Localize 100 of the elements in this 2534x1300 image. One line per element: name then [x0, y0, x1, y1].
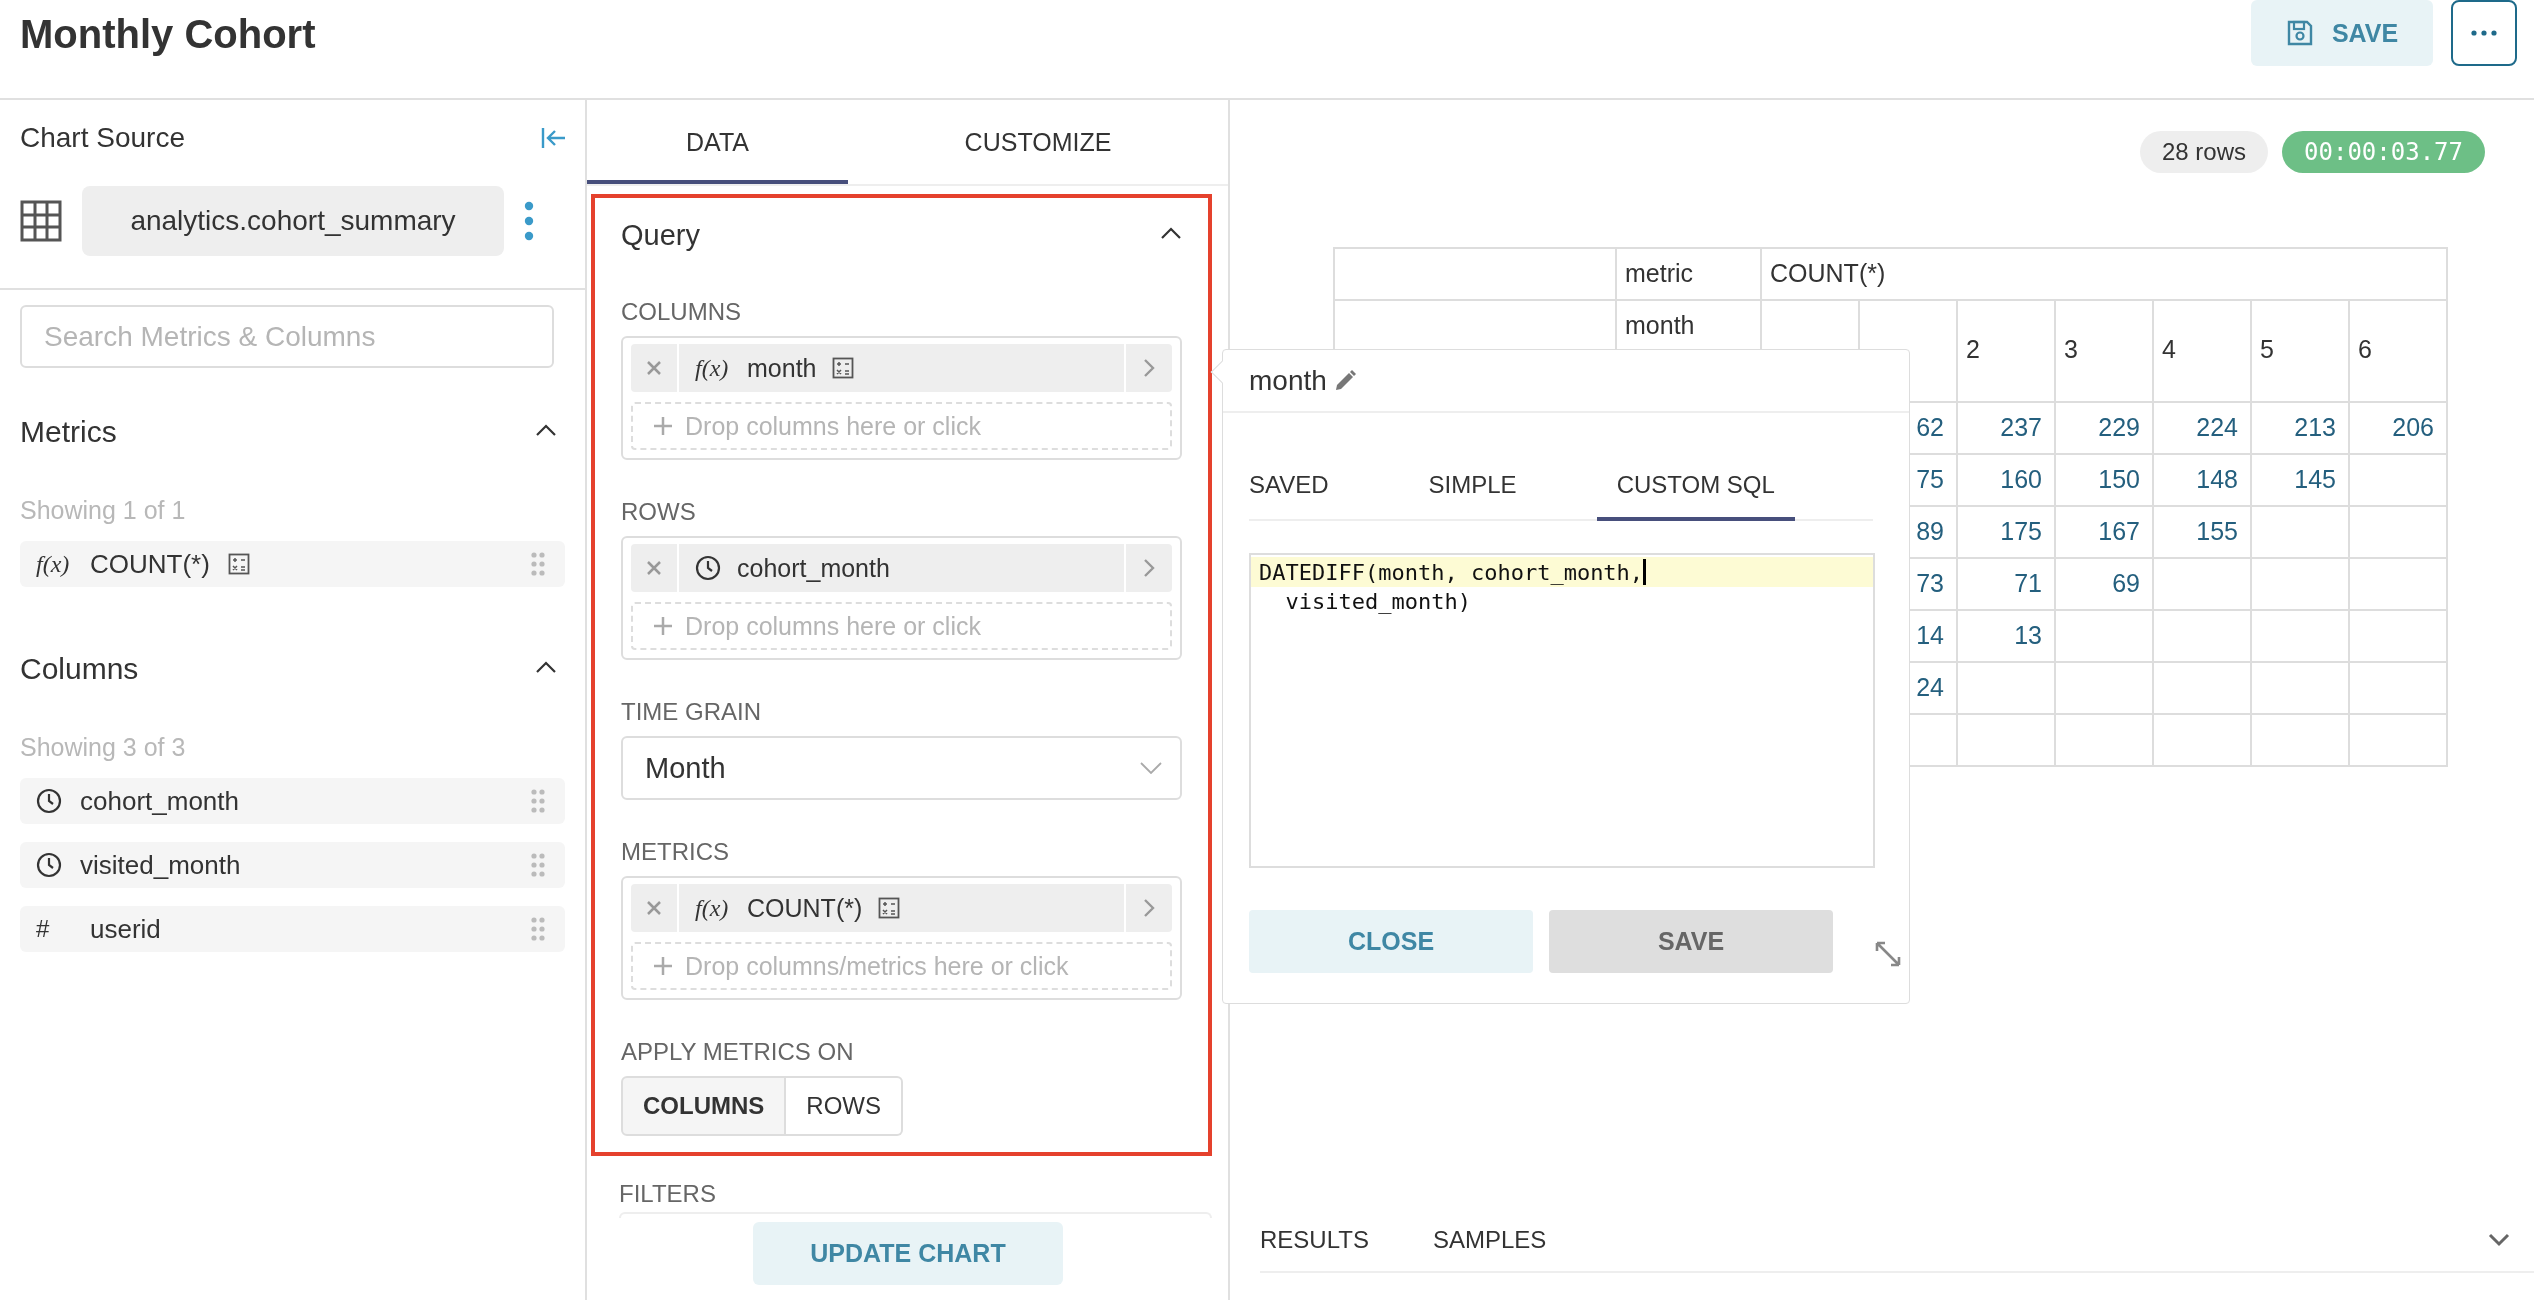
code-line: DATEDIFF(month, cohort_month,	[1259, 559, 1644, 585]
list-item[interactable]: f(x) COUNT(*)	[20, 541, 565, 587]
column-header: 6	[2350, 301, 2448, 403]
panel-tab[interactable]: DATA	[587, 100, 848, 184]
table-cell: 160	[1958, 455, 2056, 507]
field-chip[interactable]: f(x) COUNT(*)	[631, 884, 1172, 932]
item-count: Showing 3 of 3	[19, 733, 187, 762]
save-button[interactable]: SAVE	[2251, 0, 2433, 66]
kebab-menu-icon[interactable]	[524, 201, 534, 241]
item-label: visited_month	[80, 849, 241, 881]
chip-label: cohort_month	[737, 553, 890, 583]
text-cursor	[1643, 559, 1647, 585]
panel-tab[interactable]: CUSTOMIZE	[848, 100, 1228, 184]
datasource-chip[interactable]: analytics.cohort_summary	[82, 186, 504, 256]
chevron-right-icon	[1143, 558, 1155, 578]
close-icon	[646, 560, 662, 576]
results-tab[interactable]: SAMPLES	[1432, 1226, 1547, 1254]
chevron-down-icon	[1140, 762, 1162, 774]
item-count: Showing 1 of 1	[19, 496, 187, 525]
chevron-up-icon[interactable]	[535, 660, 557, 674]
drag-handle-icon[interactable]	[531, 789, 545, 813]
panel-title: Chart Source	[20, 122, 185, 154]
close-button[interactable]: CLOSE	[1249, 910, 1533, 973]
table-cell: 13	[1958, 611, 2056, 663]
section-title: Query	[621, 218, 700, 252]
popover-tab[interactable]: SIMPLE	[1408, 453, 1537, 521]
table-cell: 229	[2056, 403, 2154, 455]
popover-tab[interactable]: SAVED	[1249, 453, 1349, 521]
item-label: COUNT(*)	[90, 548, 210, 580]
field-chip[interactable]: f(x) month	[631, 344, 1172, 392]
plus-icon	[653, 416, 673, 436]
results-tab[interactable]: RESULTS	[1260, 1226, 1369, 1254]
section-title: Metrics	[20, 415, 117, 449]
more-button[interactable]	[2451, 0, 2517, 66]
code-line: visited_month)	[1284, 589, 1471, 614]
more-icon	[2471, 30, 2497, 36]
chip-label: month	[747, 353, 817, 383]
drag-handle-icon[interactable]	[531, 552, 545, 576]
clock-icon	[36, 852, 62, 878]
field-label: TIME GRAIN	[621, 698, 762, 726]
drop-hint: Drop columns here or click	[685, 611, 981, 641]
number-symbol: #	[36, 915, 51, 943]
function-symbol: f(x)	[695, 894, 730, 922]
expand-icon[interactable]	[1875, 940, 1901, 967]
update-chart-button[interactable]: UPDATE CHART	[753, 1222, 1063, 1285]
table-cell: 71	[1958, 559, 2056, 611]
field-label: FILTERS	[619, 1180, 717, 1208]
popover-title: month	[1249, 364, 1327, 397]
column-header: 3	[2056, 301, 2154, 403]
close-icon	[646, 360, 662, 376]
table-cell: metric	[1617, 249, 1762, 301]
field-label: ROWS	[621, 498, 697, 526]
drag-handle-icon[interactable]	[531, 853, 545, 877]
table-cell: 206	[2350, 403, 2448, 455]
item-label: cohort_month	[80, 785, 239, 817]
list-item[interactable]: cohort_month	[20, 778, 565, 824]
list-item[interactable]: # userid	[20, 906, 565, 952]
field-label: APPLY METRICS ON	[621, 1038, 855, 1066]
chevron-right-icon	[1143, 358, 1155, 378]
chevron-up-icon[interactable]	[1160, 226, 1182, 240]
chevron-down-icon[interactable]	[2488, 1233, 2510, 1247]
save-icon	[2285, 19, 2314, 47]
toggle-option[interactable]: COLUMNS	[621, 1076, 787, 1136]
table-cell: 148	[2154, 455, 2252, 507]
field-label: METRICS	[621, 838, 730, 866]
column-header: 4	[2154, 301, 2252, 403]
chevron-up-icon[interactable]	[535, 423, 557, 437]
clock-icon	[36, 788, 62, 814]
row-count-badge: 28 rows	[2140, 131, 2269, 173]
close-icon	[646, 900, 662, 916]
field-label: COLUMNS	[621, 298, 742, 326]
drag-handle-icon[interactable]	[531, 917, 545, 941]
table-cell: 175	[1958, 507, 2056, 559]
table-cell: 155	[2154, 507, 2252, 559]
function-symbol: f(x)	[695, 354, 730, 382]
clock-icon	[695, 555, 721, 581]
select-value: Month	[645, 751, 726, 785]
drop-hint: Drop columns here or click	[685, 411, 981, 441]
time-grain-select[interactable]: Month	[621, 736, 1182, 800]
field-chip[interactable]: cohort_month	[631, 544, 1172, 592]
table-cell: 237	[1958, 403, 2056, 455]
collapse-icon[interactable]	[541, 127, 567, 149]
item-label: userid	[90, 913, 161, 945]
duration-badge: 00:00:03.77	[2282, 131, 2485, 173]
popover-tab[interactable]: CUSTOM SQL	[1596, 453, 1795, 521]
chip-label: COUNT(*)	[747, 893, 863, 923]
section-title: Columns	[20, 652, 139, 686]
column-header: 5	[2252, 301, 2350, 403]
plus-icon	[653, 956, 673, 976]
sql-editor[interactable]: DATEDIFF(month, cohort_month, visited_month)	[1249, 553, 1875, 868]
toggle-option[interactable]: ROWS	[786, 1076, 903, 1136]
function-symbol: f(x)	[36, 550, 71, 578]
table-cell: 145	[2252, 455, 2350, 507]
list-item[interactable]: visited_month	[20, 842, 565, 888]
plus-icon	[653, 616, 673, 636]
table-cell: 69	[2056, 559, 2154, 611]
table-cell: 224	[2154, 403, 2252, 455]
table-cell: COUNT(*)	[1762, 249, 2448, 301]
page-title: Monthly Cohort	[20, 12, 316, 57]
search-field[interactable]: Search Metrics & Columns	[20, 305, 554, 368]
